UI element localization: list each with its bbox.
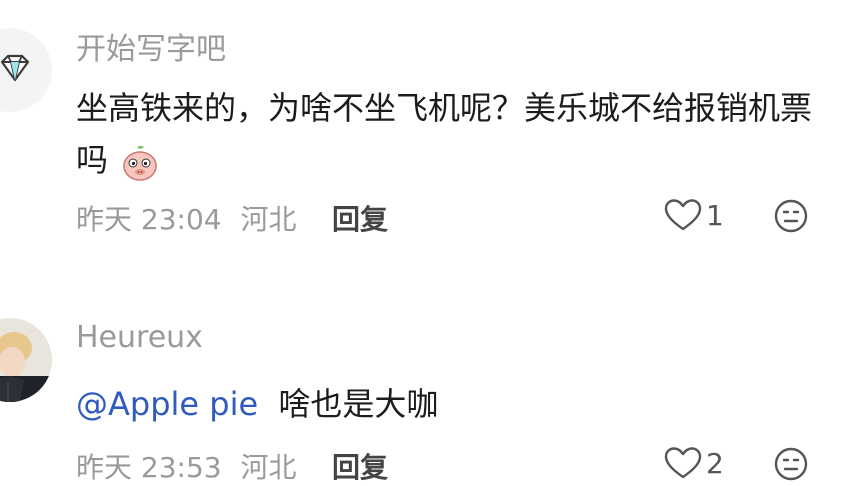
reaction-button[interactable] (774, 199, 808, 237)
reply-button[interactable]: 回复 (332, 198, 388, 238)
comment-item: Heureux @Apple pie 啥也是大咖 昨天 23:53 河北 回复 … (0, 300, 846, 484)
user-photo (0, 318, 52, 402)
like-count: 1 (706, 198, 724, 232)
comment-location: 河北 (240, 451, 297, 484)
emoji-face-icon (774, 199, 808, 233)
comment-location: 河北 (240, 203, 297, 236)
like-count: 2 (706, 446, 724, 480)
emoji-face-icon (774, 447, 808, 481)
comment-text-body: 坐高铁来的，为啥不坐飞机呢？美乐城不给报销机票吗 (76, 89, 813, 179)
comment-username[interactable]: 开始写字吧 (76, 24, 226, 68)
diamond-icon (0, 28, 52, 112)
comment-time: 昨天 23:53 (76, 451, 222, 484)
comment-item: 开始写字吧 坐高铁来的，为啥不坐飞机呢？美乐城不给报销机票吗 昨天 23:04 … (0, 0, 846, 260)
heart-icon (664, 447, 702, 479)
reaction-button[interactable] (774, 447, 808, 485)
comment-text: @Apple pie 啥也是大咖 (76, 378, 816, 430)
mention-link[interactable]: @Apple pie (76, 385, 258, 423)
like-button[interactable]: 2 (664, 446, 724, 480)
like-button[interactable]: 1 (664, 198, 724, 232)
comment-time: 昨天 23:04 (76, 203, 222, 236)
pig-sticker-icon (120, 142, 160, 182)
reply-button[interactable]: 回复 (332, 446, 388, 486)
heart-icon (664, 199, 702, 231)
comment-text: 坐高铁来的，为啥不坐飞机呢？美乐城不给报销机票吗 (76, 82, 816, 186)
avatar[interactable] (0, 318, 52, 402)
avatar[interactable] (0, 28, 52, 112)
comment-meta: 昨天 23:53 河北 (76, 446, 307, 486)
comment-text-body: 啥也是大咖 (278, 385, 439, 423)
comment-username[interactable]: Heureux (76, 320, 203, 355)
comment-meta: 昨天 23:04 河北 (76, 198, 307, 238)
